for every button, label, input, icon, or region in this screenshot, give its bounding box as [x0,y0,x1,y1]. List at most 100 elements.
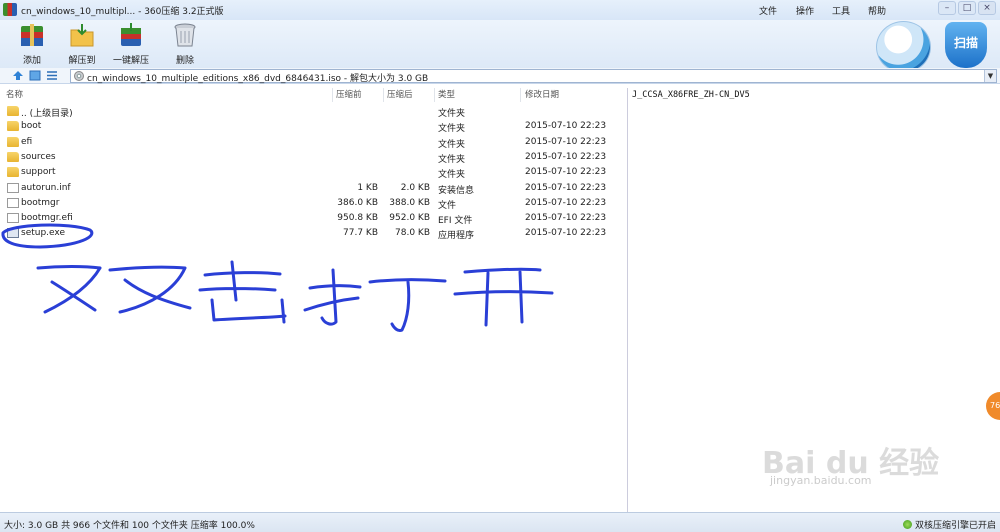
column-header-packed[interactable]: 压缩前 [336,88,362,102]
table-row[interactable]: bootmgr 386.0 KB 388.0 KB 文件 2015-07-10 22:2… [0,196,626,211]
thumbnail-view-icon[interactable] [29,70,41,81]
column-header-name[interactable]: 名称 [6,88,23,102]
file-type: EFI 文件 [438,216,473,227]
folder-icon [7,167,19,178]
file-name: autorun.inf [21,182,71,193]
status-summary: 大小: 3.0 GB 共 966 个文件和 100 个文件夹 压缩率 100.0… [4,521,255,531]
menu-help[interactable]: 帮助 [868,4,886,17]
file-icon [7,213,19,224]
file-type: 文件夹 [438,109,466,119]
table-row[interactable]: boot 文件夹 2015-07-10 22:23 [0,119,626,134]
one-click-extract-icon [121,23,141,46]
modified-date: 2015-07-10 22:23 [525,213,607,224]
table-row[interactable]: .. (上级目录) 文件夹 [0,104,626,119]
extract-to-label: 解压到 [68,56,96,66]
toolbar: 添加 解压到 一键解压 删除 [0,20,1000,73]
file-name: sources [21,151,56,162]
window-title: cn_windows_10_multipl... - 360压缩 3.2正式版 [21,7,224,17]
folder-icon [7,151,19,162]
file-list: 名称 压缩前 压缩后 类型 修改日期 .. (上级目录) 文件夹 boot 文件夹 20… [0,88,628,512]
file-name: .. (上级目录) [21,109,73,119]
file-name: bootmgr.efi [21,213,73,224]
file-name: support [21,167,56,178]
unpacked-size: 2.0 KB [400,182,430,193]
file-type: 文件 [438,200,457,211]
add-button[interactable]: 添加 [7,22,57,66]
file-icon [7,197,19,208]
watermark-url: jingyan.baidu.com [770,474,872,487]
folder-icon [7,121,19,132]
one-click-extract-button[interactable]: 一键解压 [106,22,156,66]
file-type: 文件夹 [438,124,466,135]
file-name: bootmgr [21,197,60,208]
engine-status-icon [902,520,912,529]
extract-folder-icon [70,24,94,47]
maximize-button[interactable]: □ [958,1,976,15]
address-text: cn_windows_10_multiple_editions_x86_dvd_… [87,74,429,84]
unpacked-size: 388.0 KB [389,197,430,208]
volume-label: J_CCSA_X86FRE_ZH-CN_DV5 [632,90,750,100]
menu-operation[interactable]: 操作 [796,4,814,17]
window-controls: – □ × [938,1,996,15]
title-bar: cn_windows_10_multipl... - 360压缩 3.2正式版 … [0,0,1000,20]
menu-file[interactable]: 文件 [759,4,777,17]
add-archive-icon [21,24,43,46]
up-arrow-icon[interactable] [12,70,24,81]
inf-file-icon [7,182,19,193]
address-dropdown-icon[interactable]: ▼ [984,70,996,82]
disc-image-icon [74,71,84,81]
column-divider[interactable] [383,88,384,102]
file-name: setup.exe [21,228,65,239]
column-divider[interactable] [520,88,521,102]
column-divider[interactable] [434,88,435,102]
exe-icon [7,228,19,239]
file-name: efi [21,136,33,147]
modified-date: 2015-07-10 22:23 [525,121,607,132]
file-type: 文件夹 [438,154,466,165]
one-click-extract-label: 一键解压 [112,56,149,66]
table-row[interactable]: sources 文件夹 2015-07-10 22:23 [0,150,626,165]
modified-date: 2015-07-10 22:23 [525,136,607,147]
table-row[interactable]: autorun.inf 1 KB 2.0 KB 安装信息 2015-07-10 22:2… [0,181,626,196]
file-name: boot [21,121,42,132]
minimize-button[interactable]: – [938,1,956,15]
file-type: 文件夹 [438,170,466,181]
modified-date: 2015-07-10 22:23 [525,167,607,178]
engine-status: 双核压缩引擎已开启 [902,518,996,531]
folder-icon [7,136,19,147]
unpacked-size: 78.0 KB [395,228,430,239]
table-row[interactable]: setup.exe 77.7 KB 78.0 KB 应用程序 2015-07-10 22… [0,226,626,241]
app-icon [3,3,17,16]
extract-to-button[interactable]: 解压到 [57,22,107,66]
modified-date: 2015-07-10 22:23 [525,197,607,208]
modified-date: 2015-07-10 22:23 [525,182,607,193]
column-header-type[interactable]: 类型 [438,88,455,102]
delete-button[interactable]: 删除 [160,22,210,66]
engine-status-text: 双核压缩引擎已开启 [914,521,996,531]
folder-icon [7,106,19,116]
status-bar: 大小: 3.0 GB 共 966 个文件和 100 个文件夹 压缩率 100.0… [0,512,1000,532]
file-type: 文件夹 [438,139,466,150]
address-field[interactable]: cn_windows_10_multiple_editions_x86_dvd_… [70,69,997,84]
table-row[interactable]: support 文件夹 2015-07-10 22:23 [0,165,626,180]
scan-shield-button[interactable]: 扫描 [945,22,987,68]
file-type: 应用程序 [438,231,475,242]
scan-label: 扫描 [953,36,978,50]
modified-date: 2015-07-10 22:23 [525,151,607,162]
table-row[interactable]: bootmgr.efi 950.8 KB 952.0 KB EFI 文件 2015-07… [0,211,626,226]
menu-tools[interactable]: 工具 [832,4,850,17]
unpacked-size: 952.0 KB [389,213,430,224]
column-header-unpacked[interactable]: 压缩后 [387,88,413,102]
table-row[interactable]: efi 文件夹 2015-07-10 22:23 [0,135,626,150]
delete-label: 删除 [175,56,194,66]
close-button[interactable]: × [978,1,996,15]
modified-date: 2015-07-10 22:23 [525,228,607,239]
list-view-icon[interactable] [46,70,58,81]
trash-icon [174,23,196,47]
add-label: 添加 [22,56,41,66]
file-type: 安装信息 [438,185,475,196]
address-bar: cn_windows_10_multiple_editions_x86_dvd_… [0,68,1000,84]
column-divider[interactable] [332,88,333,102]
column-header-modified[interactable]: 修改日期 [525,88,559,102]
bird-logo-icon[interactable] [876,21,931,73]
